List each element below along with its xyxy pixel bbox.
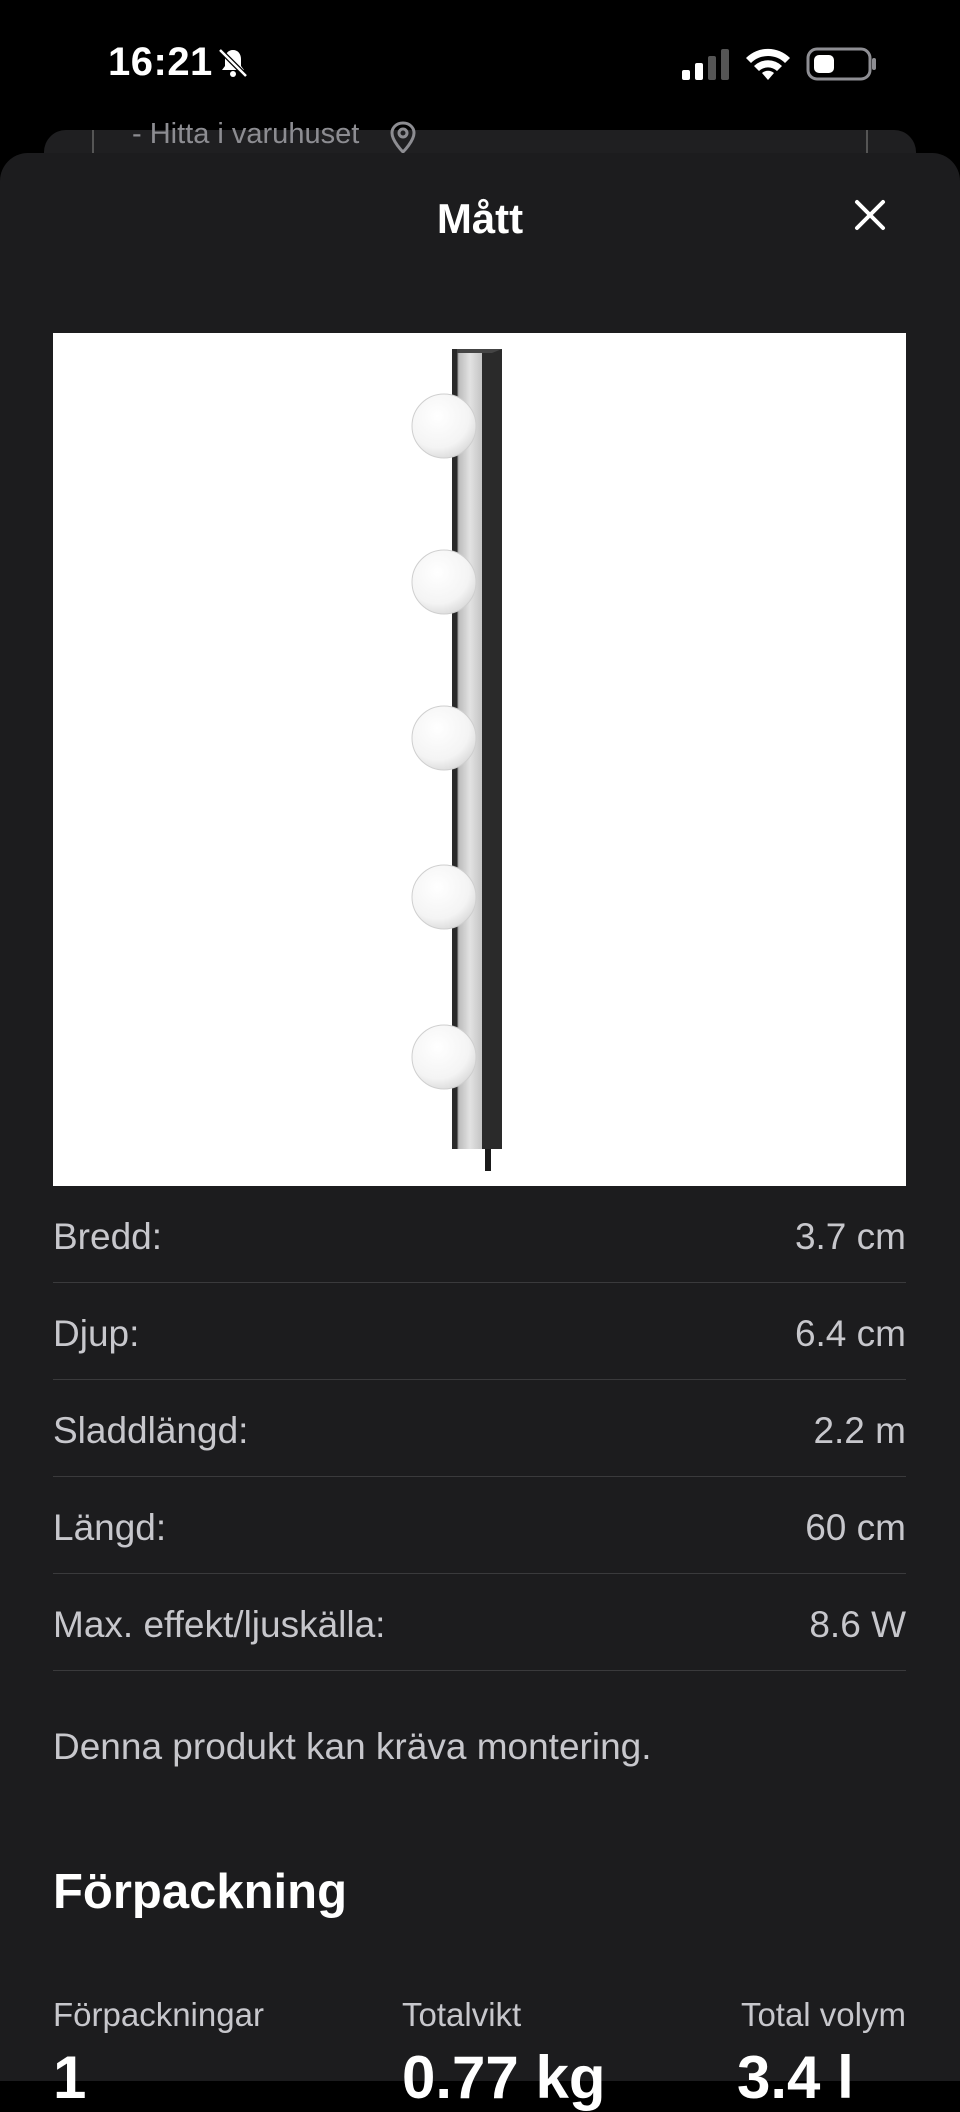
dimension-row-length: Längd: 60 cm <box>53 1477 906 1574</box>
total-weight-value: 0.77 kg <box>402 2044 606 2111</box>
dimension-label: Bredd: <box>53 1216 163 1257</box>
close-icon[interactable] <box>848 193 892 237</box>
dimension-label: Max. effekt/ljuskälla: <box>53 1604 386 1645</box>
dimension-label: Sladdlängd: <box>53 1410 249 1451</box>
dimension-row-max-power: Max. effekt/ljuskälla: 8.6 W <box>53 1574 906 1671</box>
packages-label: Förpackningar <box>53 1996 264 2033</box>
dimension-value: 6.4 cm <box>794 1313 906 1354</box>
dimension-value: 3.7 cm <box>794 1216 906 1257</box>
total-weight-label: Totalvikt <box>402 1996 522 2033</box>
status-time: 16:21 <box>108 40 213 84</box>
dimension-row-cord-length: Sladdlängd: 2.2 m <box>53 1380 906 1477</box>
status-bar: 16:21 <box>0 0 960 130</box>
bulb-4 <box>411 864 477 930</box>
bulb-3 <box>411 705 477 771</box>
assembly-note: Denna produkt kan kräva montering. <box>53 1726 652 1767</box>
dimension-label: Längd: <box>53 1507 167 1548</box>
packages-value: 1 <box>53 2044 87 2111</box>
total-volume-value: 3.4 l <box>737 2044 854 2111</box>
packaging-heading: Förpackning <box>53 1865 348 1919</box>
bulb-1 <box>411 393 477 459</box>
store-link-text: - Hitta i varuhuset <box>132 118 360 150</box>
bulb-5 <box>411 1024 477 1090</box>
dimension-value: 2.2 m <box>813 1410 906 1451</box>
dimension-value: 8.6 W <box>809 1604 906 1645</box>
sheet-title: Mått <box>436 195 524 242</box>
dimension-row-depth: Djup: 6.4 cm <box>53 1283 906 1380</box>
wifi-icon <box>746 48 790 80</box>
location-pin-icon <box>390 121 416 155</box>
dimension-value: 60 cm <box>805 1507 906 1548</box>
dimension-label: Djup: <box>53 1313 140 1354</box>
bell-slash-icon <box>218 48 248 78</box>
total-volume-label: Total volym <box>740 1996 906 2033</box>
battery-icon <box>806 47 876 81</box>
bulb-2 <box>411 549 477 615</box>
dimensions-sheet: Mått Bredd: 3.7 cm Djup: 6.4 cm Sladdlän… <box>0 153 960 2111</box>
dimensions-list: Bredd: 3.7 cm Djup: 6.4 cm Sladdlängd: 2… <box>53 1186 906 1671</box>
cellular-signal-icon <box>682 49 729 80</box>
product-image <box>53 333 906 1186</box>
dimension-row-width: Bredd: 3.7 cm <box>53 1186 906 1283</box>
